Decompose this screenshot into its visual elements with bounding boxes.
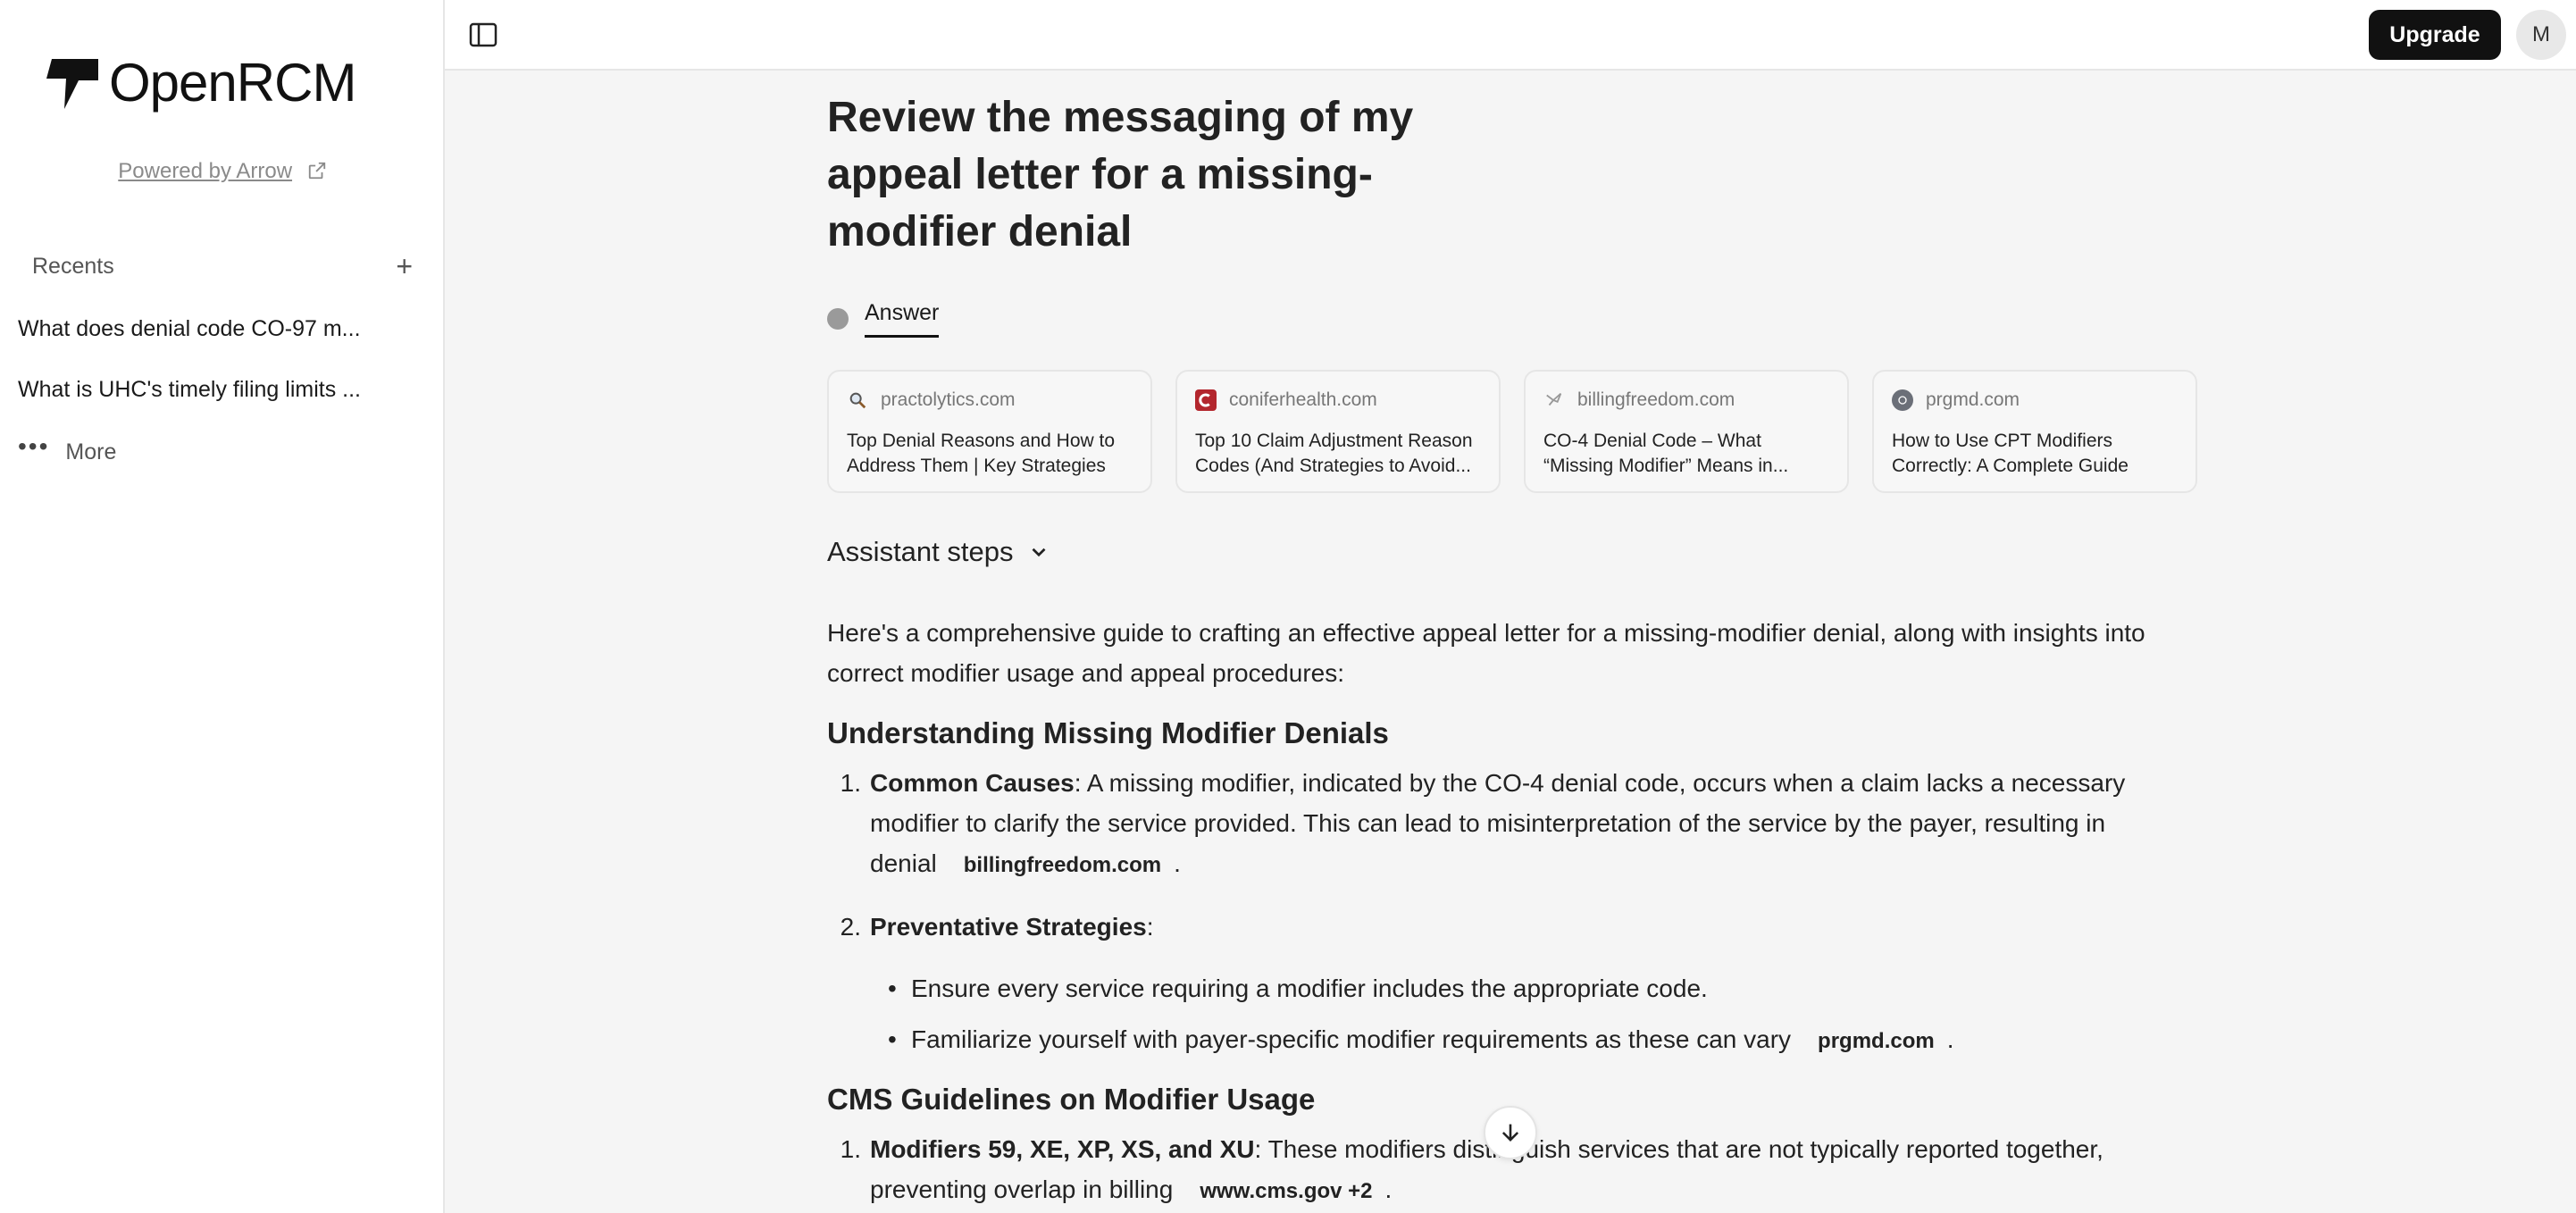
external-link-icon bbox=[308, 162, 325, 180]
source-card[interactable]: prgmd.com How to Use CPT Modifiers Corre… bbox=[1872, 370, 2197, 493]
more-button[interactable]: ••• More bbox=[18, 432, 117, 466]
sidebar: OpenRCM Powered by Arrow Recents + What … bbox=[0, 0, 445, 1213]
recent-item[interactable]: What does denial code CO-97 m... bbox=[18, 316, 375, 342]
recents-header: Recents + bbox=[32, 252, 413, 280]
logo-text: OpenRCM bbox=[109, 53, 356, 113]
chevron-down-icon bbox=[1033, 548, 1046, 557]
source-domain: practolytics.com bbox=[881, 389, 1016, 410]
openrcm-logo-icon bbox=[46, 58, 98, 109]
source-domain: prgmd.com bbox=[1926, 389, 2020, 410]
list-item-text: : bbox=[1146, 913, 1154, 941]
source-domain: billingfreedom.com bbox=[1577, 389, 1735, 410]
list-item: 2. Preventative Strategies: bbox=[827, 907, 2203, 947]
bullet-item: • Familiarize yourself with payer-specif… bbox=[888, 1019, 2203, 1061]
new-chat-plus-icon[interactable]: + bbox=[396, 252, 413, 280]
top-bar: Upgrade M bbox=[445, 0, 2576, 71]
more-dots-icon: ••• bbox=[18, 432, 50, 460]
citation-link[interactable]: prgmd.com bbox=[1818, 1029, 1935, 1053]
list-item-end: . bbox=[1174, 849, 1181, 877]
list-item-end: . bbox=[1384, 1175, 1393, 1203]
source-title: How to Use CPT Modifiers Correctly: A Co… bbox=[1892, 431, 2129, 476]
conversation: Review the messaging of my appeal letter… bbox=[827, 89, 2203, 1211]
main-panel: Upgrade M Review the messaging of my app… bbox=[445, 0, 2576, 1213]
logo[interactable]: OpenRCM bbox=[46, 52, 356, 113]
answer-tab-label: Answer bbox=[865, 300, 940, 338]
citation-link[interactable]: www.cms.gov +2 bbox=[1200, 1179, 1372, 1203]
bullet-end: . bbox=[1946, 1025, 1954, 1053]
upgrade-button[interactable]: Upgrade bbox=[2369, 10, 2501, 60]
powered-by-link[interactable]: Powered by Arrow bbox=[0, 159, 445, 184]
app: OpenRCM Powered by Arrow Recents + What … bbox=[0, 0, 2576, 1213]
source-title: Top 10 Claim Adjustment Reason Codes (An… bbox=[1195, 431, 1473, 476]
bullet-dot: • bbox=[888, 975, 897, 1002]
answer-intro: Here's a comprehensive guide to crafting… bbox=[827, 619, 2145, 687]
avatar[interactable]: M bbox=[2516, 10, 2566, 60]
bullet-dot: • bbox=[888, 1025, 897, 1053]
list-item-title: Common Causes bbox=[870, 769, 1075, 797]
assistant-steps-label: Assistant steps bbox=[827, 536, 1014, 567]
scroll-to-bottom-button[interactable] bbox=[1484, 1106, 1537, 1159]
arrow-down-icon bbox=[1501, 1124, 1519, 1142]
recent-item[interactable]: What is UHC's timely filing limits ... bbox=[18, 377, 375, 403]
bird-icon bbox=[1543, 389, 1565, 411]
source-card[interactable]: coniferhealth.com Top 10 Claim Adjustmen… bbox=[1175, 370, 1501, 493]
source-card[interactable]: billingfreedom.com CO-4 Denial Code – Wh… bbox=[1524, 370, 1849, 493]
more-label: More bbox=[65, 439, 117, 464]
source-title: CO-4 Denial Code – What “Missing Modifie… bbox=[1543, 431, 1789, 476]
list-number: 1. bbox=[840, 769, 861, 797]
assistant-steps-toggle[interactable]: Assistant steps bbox=[827, 536, 2203, 568]
list-item-title: Modifiers 59, XE, XP, XS, and XU bbox=[870, 1135, 1255, 1163]
list-item: 1. Common Causes: A missing modifier, in… bbox=[827, 763, 2203, 885]
tab-answer[interactable]: Answer bbox=[827, 300, 2203, 338]
magnifier-icon bbox=[847, 389, 868, 411]
sidebar-toggle-icon[interactable] bbox=[468, 20, 498, 50]
list-item-title: Preventative Strategies bbox=[870, 913, 1147, 941]
section-heading: Understanding Missing Modifier Denials bbox=[827, 716, 1389, 749]
source-domain: coniferhealth.com bbox=[1229, 389, 1377, 410]
list-number: 2. bbox=[840, 913, 861, 941]
citation-link[interactable]: billingfreedom.com bbox=[964, 853, 1161, 877]
powered-by-label: Powered by Arrow bbox=[118, 159, 293, 183]
bullet-text: Ensure every service requiring a modifie… bbox=[911, 975, 1708, 1002]
list-number: 1. bbox=[840, 1135, 861, 1163]
answer-status-dot bbox=[827, 308, 849, 330]
conifer-c-icon bbox=[1195, 389, 1217, 411]
source-card[interactable]: practolytics.com Top Denial Reasons and … bbox=[827, 370, 1152, 493]
source-cards: practolytics.com Top Denial Reasons and … bbox=[827, 370, 2203, 493]
prgmd-icon bbox=[1892, 389, 1913, 411]
source-title: Top Denial Reasons and How to Address Th… bbox=[847, 431, 1116, 476]
recents-label: Recents bbox=[32, 253, 114, 279]
question-title: Review the messaging of my appeal letter… bbox=[827, 94, 1414, 255]
bullet-text: Familiarize yourself with payer-specific… bbox=[911, 1025, 1792, 1053]
bullet-item: • Ensure every service requiring a modif… bbox=[888, 968, 2203, 1008]
